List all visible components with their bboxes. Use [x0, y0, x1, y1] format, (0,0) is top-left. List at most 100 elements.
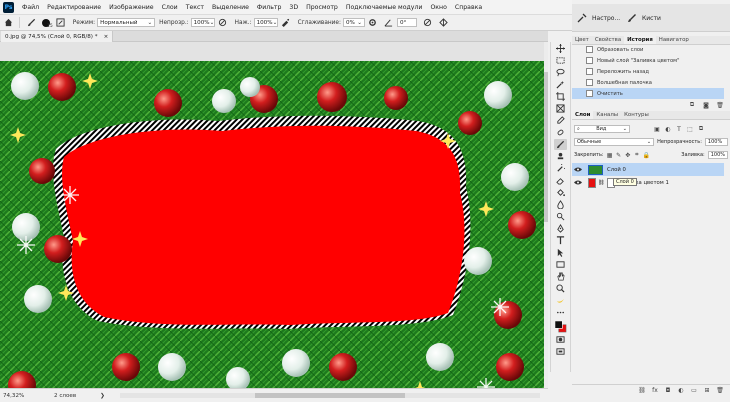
horizontal-scroll-thumb[interactable] — [255, 393, 405, 398]
quick-mask-icon[interactable] — [554, 334, 567, 345]
marquee-tool-icon[interactable] — [554, 55, 567, 66]
history-item[interactable]: Образовать слои — [572, 44, 724, 55]
trash-icon[interactable]: 🗑 — [716, 101, 724, 109]
frame-tool-icon[interactable] — [554, 103, 567, 114]
history-item[interactable]: Волшебная палочка — [572, 77, 724, 88]
path-selection-tool-icon[interactable] — [554, 247, 567, 258]
fill-color-thumbnail[interactable] — [588, 177, 596, 188]
menu-3d[interactable]: 3D — [285, 4, 302, 11]
adjustments-panel-button[interactable]: Настро... — [576, 12, 620, 24]
artboard-icon[interactable]: ⌗ — [634, 151, 640, 159]
history-item[interactable]: Переложить назад — [572, 66, 724, 77]
new-document-from-state-icon[interactable]: ⧉ — [688, 101, 696, 109]
zoom-value[interactable]: 74,32% — [0, 393, 40, 399]
camera-icon[interactable]: ◙ — [702, 101, 710, 109]
smoothing-field[interactable]: 0% ⌄ — [342, 18, 365, 27]
magic-wand-tool-icon[interactable] — [554, 79, 567, 90]
tab-color[interactable]: Цвет — [572, 36, 592, 44]
new-group-icon[interactable]: ▭ — [690, 387, 698, 395]
zoom-tool-icon[interactable] — [554, 283, 567, 294]
more-tools-icon[interactable] — [554, 307, 567, 318]
document-canvas[interactable] — [0, 61, 544, 388]
rectangle-tool-icon[interactable] — [554, 259, 567, 270]
layer-row[interactable]: Слой 0 — [572, 163, 724, 176]
mode-select[interactable]: Нормальный ⌄ — [97, 18, 156, 27]
healing-brush-tool-icon[interactable] — [554, 127, 567, 138]
menu-help[interactable]: Справка — [451, 4, 486, 11]
pixel-filter-icon[interactable]: ▣ — [653, 125, 661, 133]
layer-name[interactable]: Слой 0 — [607, 167, 626, 173]
close-tab-icon[interactable]: × — [104, 34, 109, 40]
move-tool-icon[interactable] — [554, 43, 567, 54]
link-layers-icon[interactable]: ⛓ — [638, 387, 646, 395]
menu-plugins[interactable]: Подключаемые модули — [342, 4, 427, 11]
tab-paths[interactable]: Контуры — [621, 111, 652, 119]
lock-image-icon[interactable]: ✎ — [616, 151, 622, 159]
eraser-tool-icon[interactable] — [554, 175, 567, 186]
layer-opacity-field[interactable]: 100% — [704, 138, 728, 146]
color-swatches[interactable] — [554, 319, 567, 333]
tab-history[interactable]: История — [624, 36, 656, 44]
type-filter-icon[interactable]: T — [675, 125, 683, 133]
add-mask-icon[interactable]: ◘ — [664, 387, 672, 395]
hand-tool-icon[interactable] — [554, 271, 567, 282]
angle-field[interactable]: 0° — [396, 18, 417, 27]
lasso-tool-icon[interactable] — [554, 67, 567, 78]
layer-kind-select[interactable]: ⌕ Вид ⌄ — [574, 125, 630, 133]
fill-field[interactable]: 100% — [707, 151, 729, 159]
smart-object-filter-icon[interactable]: ⧉ — [697, 125, 705, 133]
menu-layers[interactable]: Слои — [158, 4, 182, 11]
screen-mode-icon[interactable] — [554, 346, 567, 357]
flow-field[interactable]: 100% ⌄ — [253, 18, 278, 27]
lock-transparent-icon[interactable]: ▦ — [607, 151, 613, 159]
vertical-scrollbar[interactable] — [544, 42, 548, 388]
pen-tool-icon[interactable] — [554, 223, 567, 234]
crop-tool-icon[interactable] — [554, 91, 567, 102]
history-item-active[interactable]: Очистить — [572, 88, 724, 99]
banana-icon[interactable] — [554, 295, 567, 306]
opacity-field[interactable]: 100% ⌄ — [190, 18, 215, 27]
brushes-panel-button[interactable]: Кисти — [626, 12, 661, 24]
status-arrow-icon[interactable]: ❯ — [100, 393, 105, 399]
tab-properties[interactable]: Свойства — [592, 36, 624, 44]
tab-channels[interactable]: Каналы — [593, 111, 621, 119]
menu-file[interactable]: Файл — [18, 4, 43, 11]
menu-window[interactable]: Окно — [426, 4, 450, 11]
menu-filter[interactable]: Фильтр — [253, 4, 285, 11]
trash-icon[interactable]: 🗑 — [716, 387, 724, 395]
fx-icon[interactable]: fx — [651, 387, 659, 395]
brush-tool-icon[interactable] — [26, 18, 36, 28]
dodge-tool-icon[interactable] — [554, 211, 567, 222]
horizontal-scrollbar[interactable] — [120, 393, 540, 398]
home-icon[interactable] — [3, 18, 13, 28]
tab-navigator[interactable]: Навигатор — [656, 36, 692, 44]
history-brush-tool-icon[interactable] — [554, 163, 567, 174]
adjustment-filter-icon[interactable]: ◐ — [664, 125, 672, 133]
type-tool-icon[interactable] — [554, 235, 567, 246]
shape-filter-icon[interactable]: ⬚ — [686, 125, 694, 133]
menu-view[interactable]: Просмотр — [302, 4, 342, 11]
history-item[interactable]: Новый слой "Заливка цветом" — [572, 55, 724, 66]
lock-position-icon[interactable]: ✥ — [625, 151, 631, 159]
eye-icon[interactable] — [572, 167, 584, 172]
pressure-size-icon[interactable] — [423, 18, 433, 28]
menu-select[interactable]: Выделение — [208, 4, 253, 11]
lock-all-icon[interactable]: 🔒 — [643, 151, 650, 159]
menu-edit[interactable]: Редактирование — [43, 4, 105, 11]
layer-row[interactable]: ⛓ Заливка цветом 1 — [572, 176, 724, 189]
new-layer-icon[interactable]: ⊞ — [703, 387, 711, 395]
eyedropper-tool-icon[interactable] — [554, 115, 567, 126]
pressure-opacity-icon[interactable] — [218, 18, 228, 28]
canvas-area[interactable] — [0, 42, 548, 388]
brush-settings-icon[interactable] — [56, 18, 66, 28]
document-tab[interactable]: 0.jpg @ 74,5% (Слой 0, RGB/8) * × — [1, 31, 114, 42]
symmetry-icon[interactable] — [439, 18, 449, 28]
eye-icon[interactable] — [572, 180, 584, 185]
blur-tool-icon[interactable] — [554, 199, 567, 210]
smoothing-options-gear-icon[interactable] — [368, 18, 378, 28]
photoshop-logo[interactable]: Ps — [3, 1, 14, 13]
paint-bucket-tool-icon[interactable] — [554, 187, 567, 198]
menu-type[interactable]: Текст — [182, 4, 208, 11]
menu-image[interactable]: Изображение — [105, 4, 158, 11]
vertical-scroll-thumb[interactable] — [544, 72, 548, 222]
